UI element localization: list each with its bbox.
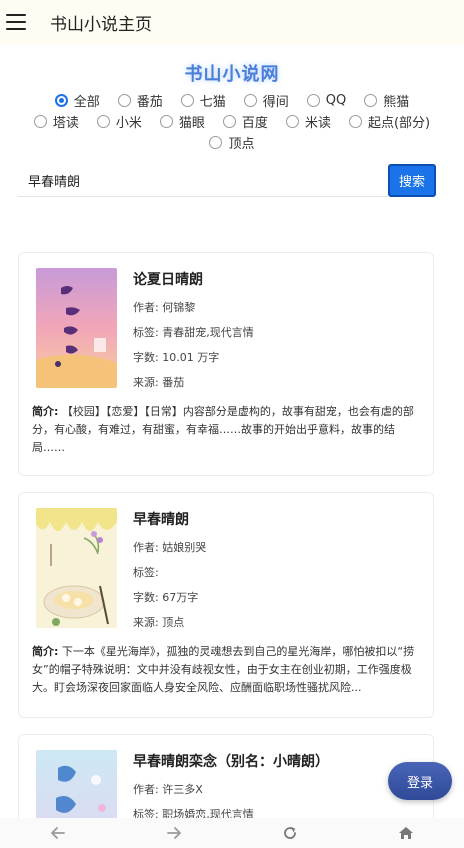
radio-maoyan[interactable]: 猫眼 bbox=[159, 112, 205, 131]
radio-qidian[interactable]: 起点(部分) bbox=[348, 112, 431, 131]
app-bar: 书山小说主页 bbox=[0, 0, 464, 44]
book-author: 作者: 许三多X bbox=[133, 783, 203, 796]
radio-dejian[interactable]: 得间 bbox=[243, 91, 289, 110]
site-title: 书山小说网 bbox=[184, 64, 280, 85]
search-bar: 搜索 bbox=[18, 164, 436, 198]
search-input[interactable] bbox=[18, 164, 388, 197]
intro-label: 简介: bbox=[32, 405, 59, 418]
radio-label: 全部 bbox=[73, 95, 100, 110]
radio-xiaomi[interactable]: 小米 bbox=[96, 112, 142, 131]
book-intro: 简介: 下一本《星光海岸》，孤独的灵魂想去到自己的星光海岸，哪怕被扣以“捞女”的… bbox=[19, 643, 433, 697]
radio-xiongmao[interactable]: 熊猫 bbox=[364, 91, 409, 110]
radio-all[interactable]: 全部 bbox=[54, 91, 100, 110]
search-button[interactable]: 搜索 bbox=[388, 164, 436, 197]
book-author: 作者: 何锦黎 bbox=[133, 301, 196, 314]
radio-label: 猫眼 bbox=[178, 116, 205, 131]
radio-tadu[interactable]: 塔读 bbox=[33, 112, 79, 131]
arrow-left-icon[interactable] bbox=[38, 818, 78, 848]
bottom-nav-bar bbox=[0, 818, 464, 848]
radio-label: 顶点 bbox=[228, 137, 255, 152]
radio-fanqie[interactable]: 番茄 bbox=[117, 91, 163, 110]
book-cover-image[interactable] bbox=[36, 268, 117, 388]
book-intro: 简介: 【校园】【恋爱】【日常】内容部分是虚构的，故事有甜宠，也会有虐的部分，有… bbox=[19, 403, 433, 457]
book-card[interactable]: 论夏日晴朗 作者: 何锦黎 标签: 青春甜宠,现代言情 字数: 10.01 万字… bbox=[18, 252, 434, 476]
radio-baidu[interactable]: 百度 bbox=[222, 112, 268, 131]
book-title[interactable]: 论夏日晴朗 bbox=[133, 269, 254, 289]
book-title[interactable]: 早春晴朗栾念（别名：小晴朗） bbox=[133, 751, 329, 771]
book-source: 来源: 顶点 bbox=[133, 616, 185, 629]
radio-midu[interactable]: 米读 bbox=[285, 112, 331, 131]
book-source: 来源: 番茄 bbox=[133, 376, 185, 389]
radio-dingdian[interactable]: 顶点 bbox=[209, 133, 255, 152]
book-word-count: 字数: 10.01 万字 bbox=[133, 351, 220, 364]
intro-label: 简介: bbox=[32, 645, 59, 658]
radio-label: QQ bbox=[325, 93, 347, 108]
intro-text: 【校园】【恋爱】【日常】内容部分是虚构的，故事有甜宠，也会有虐的部分，有心酸，有… bbox=[32, 405, 414, 454]
book-title[interactable]: 早春晴朗 bbox=[133, 509, 206, 529]
book-author: 作者: 姑娘别哭 bbox=[133, 541, 207, 554]
book-word-count: 字数: 67万字 bbox=[133, 591, 199, 604]
book-tags: 标签: bbox=[133, 566, 159, 579]
radio-qimao[interactable]: 七猫 bbox=[180, 91, 226, 110]
radio-label: 小米 bbox=[115, 116, 142, 131]
radio-label: 起点(部分) bbox=[367, 116, 431, 131]
radio-label: 百度 bbox=[241, 116, 268, 131]
refresh-icon[interactable] bbox=[270, 818, 310, 848]
source-filter-group: 全部 番茄 七猫 得间 QQ 熊猫 塔读 小米 猫眼 百度 米读 起点(部分) … bbox=[0, 90, 464, 153]
arrow-right-icon[interactable] bbox=[154, 818, 194, 848]
app-title: 书山小说主页 bbox=[50, 14, 152, 35]
radio-label: 七猫 bbox=[199, 95, 226, 110]
book-card[interactable]: 早春晴朗 作者: 姑娘别哭 标签: 字数: 67万字 来源: 顶点 简介: 下一… bbox=[18, 492, 434, 718]
radio-label: 番茄 bbox=[136, 95, 163, 110]
menu-icon[interactable] bbox=[6, 14, 26, 30]
radio-label: 塔读 bbox=[52, 116, 79, 131]
radio-label: 米读 bbox=[304, 116, 331, 131]
login-button[interactable]: 登录 bbox=[388, 762, 452, 800]
intro-text: 下一本《星光海岸》，孤独的灵魂想去到自己的星光海岸，哪怕被扣以“捞女”的帽子特殊… bbox=[32, 645, 415, 694]
home-icon[interactable] bbox=[386, 818, 426, 848]
radio-qq[interactable]: QQ bbox=[306, 93, 347, 108]
radio-label: 熊猫 bbox=[383, 95, 410, 110]
radio-label: 得间 bbox=[262, 95, 289, 110]
book-cover-image[interactable] bbox=[36, 508, 117, 628]
book-tags: 标签: 青春甜宠,现代言情 bbox=[133, 326, 254, 339]
